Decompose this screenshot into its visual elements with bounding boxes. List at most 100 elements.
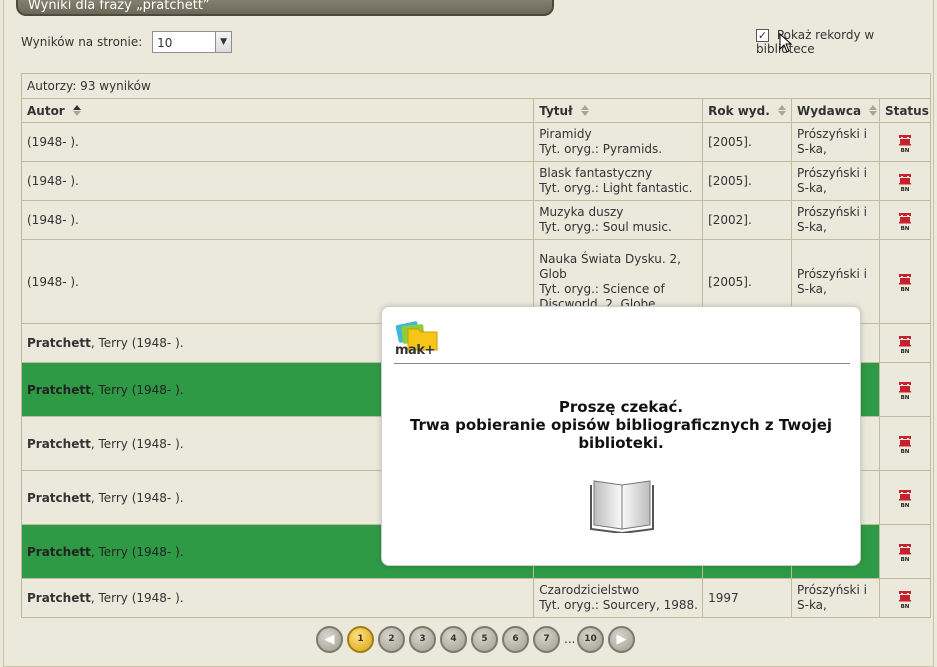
author-details: , Terry (1948- ). [90, 544, 184, 559]
table-row[interactable]: Pratchett, Terry (1948- ). Czarodzicielst… [20, 578, 932, 618]
per-page-value: 10 [157, 35, 173, 50]
author-surname[interactable]: Pratchett [27, 545, 91, 559]
sort-icon [580, 104, 589, 116]
open-book-icon [590, 480, 654, 533]
page-button[interactable]: 2 [378, 626, 405, 653]
mak-logo-icon [395, 321, 438, 351]
publisher-cell: Prószyński i S-ka, [791, 122, 880, 162]
author-details: , Terry (1948- ). [90, 436, 184, 451]
publisher-line: Prószyński i [797, 583, 867, 597]
author-details: (1948- ). [27, 213, 79, 227]
page-button[interactable]: 3 [409, 626, 436, 653]
title-line[interactable]: Czarodzicielstwo [539, 583, 702, 598]
page-button[interactable]: 10 [577, 626, 604, 653]
status-cell: BN [878, 524, 932, 579]
title-line[interactable]: Muzyka duszy [539, 205, 702, 220]
per-page-control: Wyników na stronie: 10 ▼ [21, 31, 233, 53]
table-row[interactable]: (1948- ). Blask fantastyczny Tyt. oryg.: L… [20, 161, 932, 201]
bn-library-icon[interactable]: BN [897, 589, 913, 609]
page-button[interactable]: 1 [347, 626, 374, 653]
title-cell: Piramidy Tyt. oryg.: Pyramids. [533, 122, 704, 162]
author-details: , Terry (1948- ). [90, 382, 184, 397]
next-page-button[interactable]: ▶ [608, 626, 635, 653]
author-details: (1948- ). [27, 274, 79, 289]
author-surname[interactable]: Pratchett [27, 491, 91, 505]
status-cell: BN [878, 200, 932, 240]
title-line[interactable]: Nauka Świata Dysku. 2, [539, 252, 702, 267]
svg-text:BN: BN [901, 148, 910, 153]
chevron-down-icon: ▼ [215, 32, 232, 52]
dialog-divider [394, 363, 850, 364]
show-records-checkbox[interactable]: ✓ [756, 29, 769, 42]
author-cell: Pratchett, Terry (1948- ). [20, 578, 535, 618]
mak-logo-text: mak+ [395, 343, 435, 358]
bn-library-icon[interactable]: BN [897, 172, 913, 192]
author-surname[interactable]: Pratchett [27, 383, 91, 397]
year-cell: [2002]. [702, 200, 792, 240]
status-cell: BN [878, 362, 932, 417]
title-line[interactable]: Piramidy [539, 127, 702, 142]
table-row[interactable]: (1948- ). Piramidy Tyt. oryg.: Pyramids. [2… [20, 122, 932, 162]
page-button[interactable]: 5 [471, 626, 498, 653]
title-line: Tyt. oryg.: Pyramids. [539, 142, 663, 156]
sort-icon [777, 104, 786, 116]
author-details: , Terry (1948- ). [90, 591, 184, 605]
bn-library-icon[interactable]: BN [897, 380, 913, 400]
publisher-line: S-ka, [797, 220, 827, 234]
publisher-line: S-ka, [797, 598, 827, 612]
author-surname[interactable]: Pratchett [27, 437, 91, 451]
column-status: Status [878, 98, 932, 123]
bn-library-icon[interactable]: BN [897, 334, 913, 354]
status-cell: BN [878, 239, 932, 324]
publisher-line: Prószyński i [797, 166, 867, 180]
prev-page-button[interactable]: ◀ [316, 626, 343, 653]
per-page-label: Wyników na stronie: [21, 35, 143, 49]
svg-text:BN: BN [901, 449, 910, 454]
results-header: Wyniki dla frazy „pratchett” [16, 0, 554, 16]
title-cell: Blask fantastyczny Tyt. oryg.: Light fant… [533, 161, 704, 201]
column-title[interactable]: Tytuł [533, 98, 704, 123]
author-details: (1948- ). [27, 174, 79, 188]
column-author[interactable]: Autor [20, 98, 535, 123]
bn-library-icon[interactable]: BN [897, 488, 913, 508]
bn-library-icon[interactable]: BN [897, 211, 913, 231]
title-line: Tyt. oryg.: Science of [539, 281, 665, 296]
author-cell: (1948- ). [20, 122, 535, 162]
author-details: (1948- ). [27, 135, 79, 149]
publisher-line: Prószyński i [797, 127, 867, 141]
sort-icon [72, 104, 81, 116]
bn-library-icon[interactable]: BN [897, 133, 913, 153]
author-cell: (1948- ). [20, 200, 535, 240]
author-cell: (1948- ). [20, 161, 535, 201]
bn-library-icon[interactable]: BN [897, 434, 913, 454]
svg-text:BN: BN [901, 604, 910, 609]
column-year[interactable]: Rok wyd. [702, 98, 792, 123]
title-line[interactable]: Blask fantastyczny [539, 166, 702, 181]
page-button[interactable]: 7 [533, 626, 560, 653]
publisher-line: S-ka, [797, 142, 827, 156]
loading-message: Proszę czekać. Trwa pobieranie opisów bi… [402, 398, 840, 452]
bn-library-icon[interactable]: BN [897, 542, 913, 562]
author-surname[interactable]: Pratchett [27, 591, 91, 605]
year-cell: [2005]. [702, 161, 792, 201]
year-cell: 1997 [702, 578, 792, 618]
svg-text:BN: BN [901, 349, 910, 354]
page-button[interactable]: 6 [502, 626, 529, 653]
publisher-line: Prószyński i [797, 266, 867, 281]
loading-line-1: Proszę czekać. [558, 398, 684, 416]
show-records-label: Pokaż rekordy w bibliotece [756, 28, 875, 56]
status-cell: BN [878, 470, 932, 525]
title-line: Tyt. oryg.: Soul music. [539, 220, 672, 234]
status-cell: BN [878, 122, 932, 162]
loading-line-2: Trwa pobieranie opisów bibliograficznych… [409, 416, 833, 452]
per-page-select[interactable]: 10 ▼ [152, 31, 233, 53]
author-details: , Terry (1948- ). [90, 336, 184, 350]
bn-library-icon[interactable]: BN [897, 272, 913, 292]
year-cell: [2005]. [702, 122, 792, 162]
table-row[interactable]: (1948- ). Muzyka duszy Tyt. oryg.: Soul mu… [20, 200, 932, 240]
page-button[interactable]: 4 [440, 626, 467, 653]
publisher-line: S-ka, [797, 181, 827, 195]
column-publisher[interactable]: Wydawca [791, 98, 880, 123]
publisher-cell: Prószyński i S-ka, [791, 161, 880, 201]
author-surname[interactable]: Pratchett [27, 336, 91, 350]
